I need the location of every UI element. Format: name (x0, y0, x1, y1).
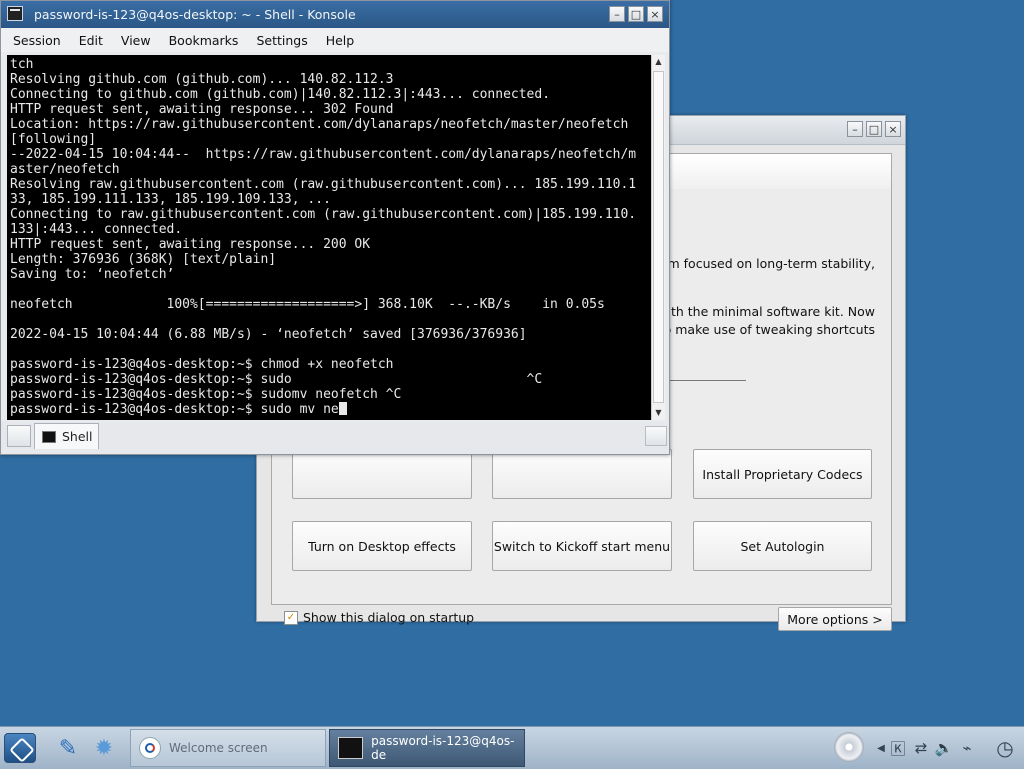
hidden-button[interactable] (492, 449, 672, 499)
terminal-line: tch (10, 57, 34, 72)
more-options-button[interactable]: More options > (778, 607, 892, 631)
menu-session[interactable]: Session (13, 33, 61, 48)
startup-checkbox-label: Show this dialog on startup (303, 610, 475, 625)
menu-edit[interactable]: Edit (79, 33, 103, 48)
terminal-line: Connecting to github.com (github.com)|14… (10, 87, 551, 102)
minimize-icon[interactable]: – (609, 6, 625, 22)
terminal-line: [following] (10, 132, 97, 147)
settings-gear-icon[interactable]: ✹ (88, 732, 120, 764)
menu-settings[interactable]: Settings (256, 33, 307, 48)
file-manager-icon[interactable]: ✎ (52, 732, 84, 764)
terminal-app-icon[interactable] (7, 6, 23, 21)
terminal-line: HTTP request sent, awaiting response... … (10, 237, 371, 252)
startup-checkbox[interactable]: ✓ (284, 610, 298, 625)
tab-label: Shell (62, 429, 93, 444)
new-tab-icon[interactable] (7, 425, 31, 447)
terminal-cursor (338, 402, 347, 415)
welcome-app-icon (139, 737, 161, 759)
terminal-line: Resolving raw.githubusercontent.com (raw… (10, 177, 637, 192)
scroll-down-icon[interactable]: ▼ (652, 406, 665, 420)
volume-icon[interactable]: 🔈 (933, 737, 955, 759)
close-icon[interactable]: × (647, 6, 663, 22)
kickoff-menu-button[interactable]: Switch to Kickoff start menu (492, 521, 672, 571)
terminal-line: password-is-123@q4os-desktop:~$ sudomv n… (10, 387, 402, 402)
terminal-line: --2022-04-15 10:04:44-- https://raw.gith… (10, 147, 637, 162)
install-codecs-button[interactable]: Install Proprietary Codecs (693, 449, 872, 499)
autologin-button[interactable]: Set Autologin (693, 521, 872, 571)
terminal-line: Saving to: ‘neofetch’ (10, 267, 175, 282)
terminal-prompt-line: password-is-123@q4os-desktop:~$ sudo mv … (10, 402, 339, 417)
minimize-icon[interactable]: – (847, 121, 863, 137)
terminal-line: Length: 376936 (368K) [text/plain] (10, 252, 277, 267)
terminal-line: aster/neofetch (10, 162, 120, 177)
startup-checkbox-row[interactable]: ✓ Show this dialog on startup (284, 610, 474, 625)
terminal-line: HTTP request sent, awaiting response... … (10, 102, 394, 117)
terminal-line: neofetch 100%[===================>] 368.… (10, 297, 605, 312)
terminal-icon (338, 737, 364, 759)
menu-bookmarks[interactable]: Bookmarks (169, 33, 239, 48)
terminal-line: 33, 185.199.111.133, 185.199.109.133, ..… (10, 192, 331, 207)
tab-bar: Shell (1, 422, 669, 454)
task-label: password-is-123@q4os-de (371, 734, 515, 762)
maximize-icon[interactable]: □ (628, 6, 644, 22)
window-title: password-is-123@q4os-desktop: ~ - Shell … (34, 7, 356, 22)
konsole-titlebar[interactable]: password-is-123@q4os-desktop: ~ - Shell … (1, 1, 669, 28)
terminal-text: tch Resolving github.com (github.com)...… (7, 55, 651, 417)
menu-help[interactable]: Help (326, 33, 355, 48)
scroll-up-icon[interactable]: ▲ (652, 55, 665, 69)
terminal-line: Resolving github.com (github.com)... 140… (10, 72, 394, 87)
maximize-icon[interactable]: □ (866, 121, 882, 137)
konsole-window: password-is-123@q4os-desktop: ~ - Shell … (0, 0, 670, 455)
tab-shell[interactable]: Shell (34, 423, 99, 449)
close-icon[interactable]: × (885, 121, 901, 137)
terminal-icon (42, 430, 56, 443)
desktop-effects-button[interactable]: Turn on Desktop effects (292, 521, 472, 571)
keyboard-k-icon[interactable]: 🄺 (887, 737, 909, 759)
hidden-button[interactable] (292, 449, 472, 499)
menu-bar: Session Edit View Bookmarks Settings Hel… (1, 28, 669, 52)
taskbar: ✎ ✹ Welcome screen password-is-123@q4os-… (0, 726, 1024, 769)
task-label: Welcome screen (169, 741, 268, 755)
terminal-line: password-is-123@q4os-desktop:~$ chmod +x… (10, 357, 394, 372)
network-icon[interactable]: ⇄ (910, 737, 932, 759)
usb-icon[interactable]: ⌁ (956, 737, 978, 759)
clock-icon[interactable]: ◷ (990, 736, 1020, 760)
terminal-line: 133|:443... connected. (10, 222, 183, 237)
terminal-line: Location: https://raw.githubusercontent.… (10, 117, 629, 132)
menu-view[interactable]: View (121, 33, 151, 48)
cd-drive-icon[interactable] (834, 732, 864, 762)
terminal-line: password-is-123@q4os-desktop:~$ sudo ^C (10, 372, 543, 387)
terminal-line: Connecting to raw.githubusercontent.com … (10, 207, 637, 222)
scrollbar-thumb[interactable] (653, 71, 664, 403)
terminal-output[interactable]: tch Resolving github.com (github.com)...… (7, 55, 651, 420)
task-konsole[interactable]: password-is-123@q4os-de (329, 729, 525, 767)
terminal-scrollbar[interactable]: ▲ ▼ (651, 55, 665, 420)
terminal-line: 2022-04-15 10:04:44 (6.88 MB/s) - ‘neofe… (10, 327, 527, 342)
close-tab-icon[interactable] (645, 426, 667, 446)
task-welcome-screen[interactable]: Welcome screen (130, 729, 326, 767)
start-menu-icon[interactable] (4, 733, 36, 763)
